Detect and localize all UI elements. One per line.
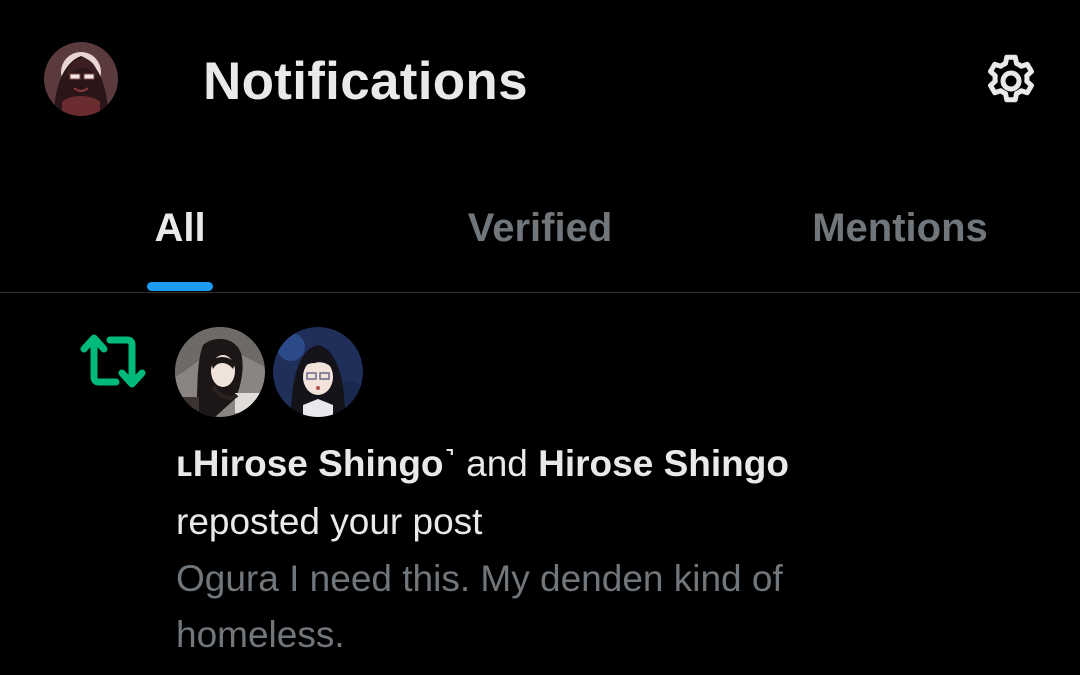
actor-avatar[interactable] (273, 327, 363, 417)
repost-icon (78, 333, 148, 389)
actor-name[interactable]: Hirose Shingo (538, 443, 789, 484)
notification-item[interactable]: ʟHirose Shingo˺ and Hirose Shingo repost… (0, 293, 1080, 675)
notification-action: reposted your post (176, 501, 483, 542)
user-avatar-icon (175, 327, 265, 417)
user-avatar-icon (44, 42, 118, 116)
connector-text: and (455, 443, 539, 484)
settings-button[interactable] (978, 48, 1044, 114)
gear-icon (988, 54, 1034, 103)
actor-name[interactable]: ʟHirose Shingo˺ (176, 443, 456, 484)
header-bar: Notifications (0, 0, 1080, 165)
active-tab-indicator (147, 282, 213, 291)
page-title: Notifications (203, 52, 528, 111)
tab-bar: All Verified Mentions (0, 165, 1080, 292)
tab-mentions[interactable]: Mentions (720, 165, 1080, 292)
post-preview[interactable]: Ogura I need this. My denden kind of hom… (176, 551, 936, 663)
tab-all[interactable]: All (60, 165, 300, 292)
user-avatar-icon (273, 327, 363, 417)
tab-verified[interactable]: Verified (360, 165, 720, 292)
notification-text: ʟHirose Shingo˺ and Hirose Shingo repost… (176, 435, 1036, 551)
profile-avatar[interactable] (44, 42, 118, 116)
actor-avatar[interactable] (175, 327, 265, 417)
